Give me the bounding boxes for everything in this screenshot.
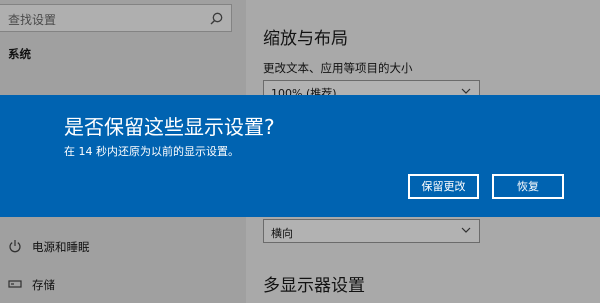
dialog-title: 是否保留这些显示设置? [64, 115, 275, 139]
revert-button[interactable]: 恢复 [492, 174, 564, 199]
keep-settings-dialog: 是否保留这些显示设置? 在 14 秒内还原为以前的显示设置。 保留更改 恢复 [0, 95, 600, 217]
keep-changes-button[interactable]: 保留更改 [408, 174, 479, 199]
dialog-message: 在 14 秒内还原为以前的显示设置。 [64, 145, 239, 158]
